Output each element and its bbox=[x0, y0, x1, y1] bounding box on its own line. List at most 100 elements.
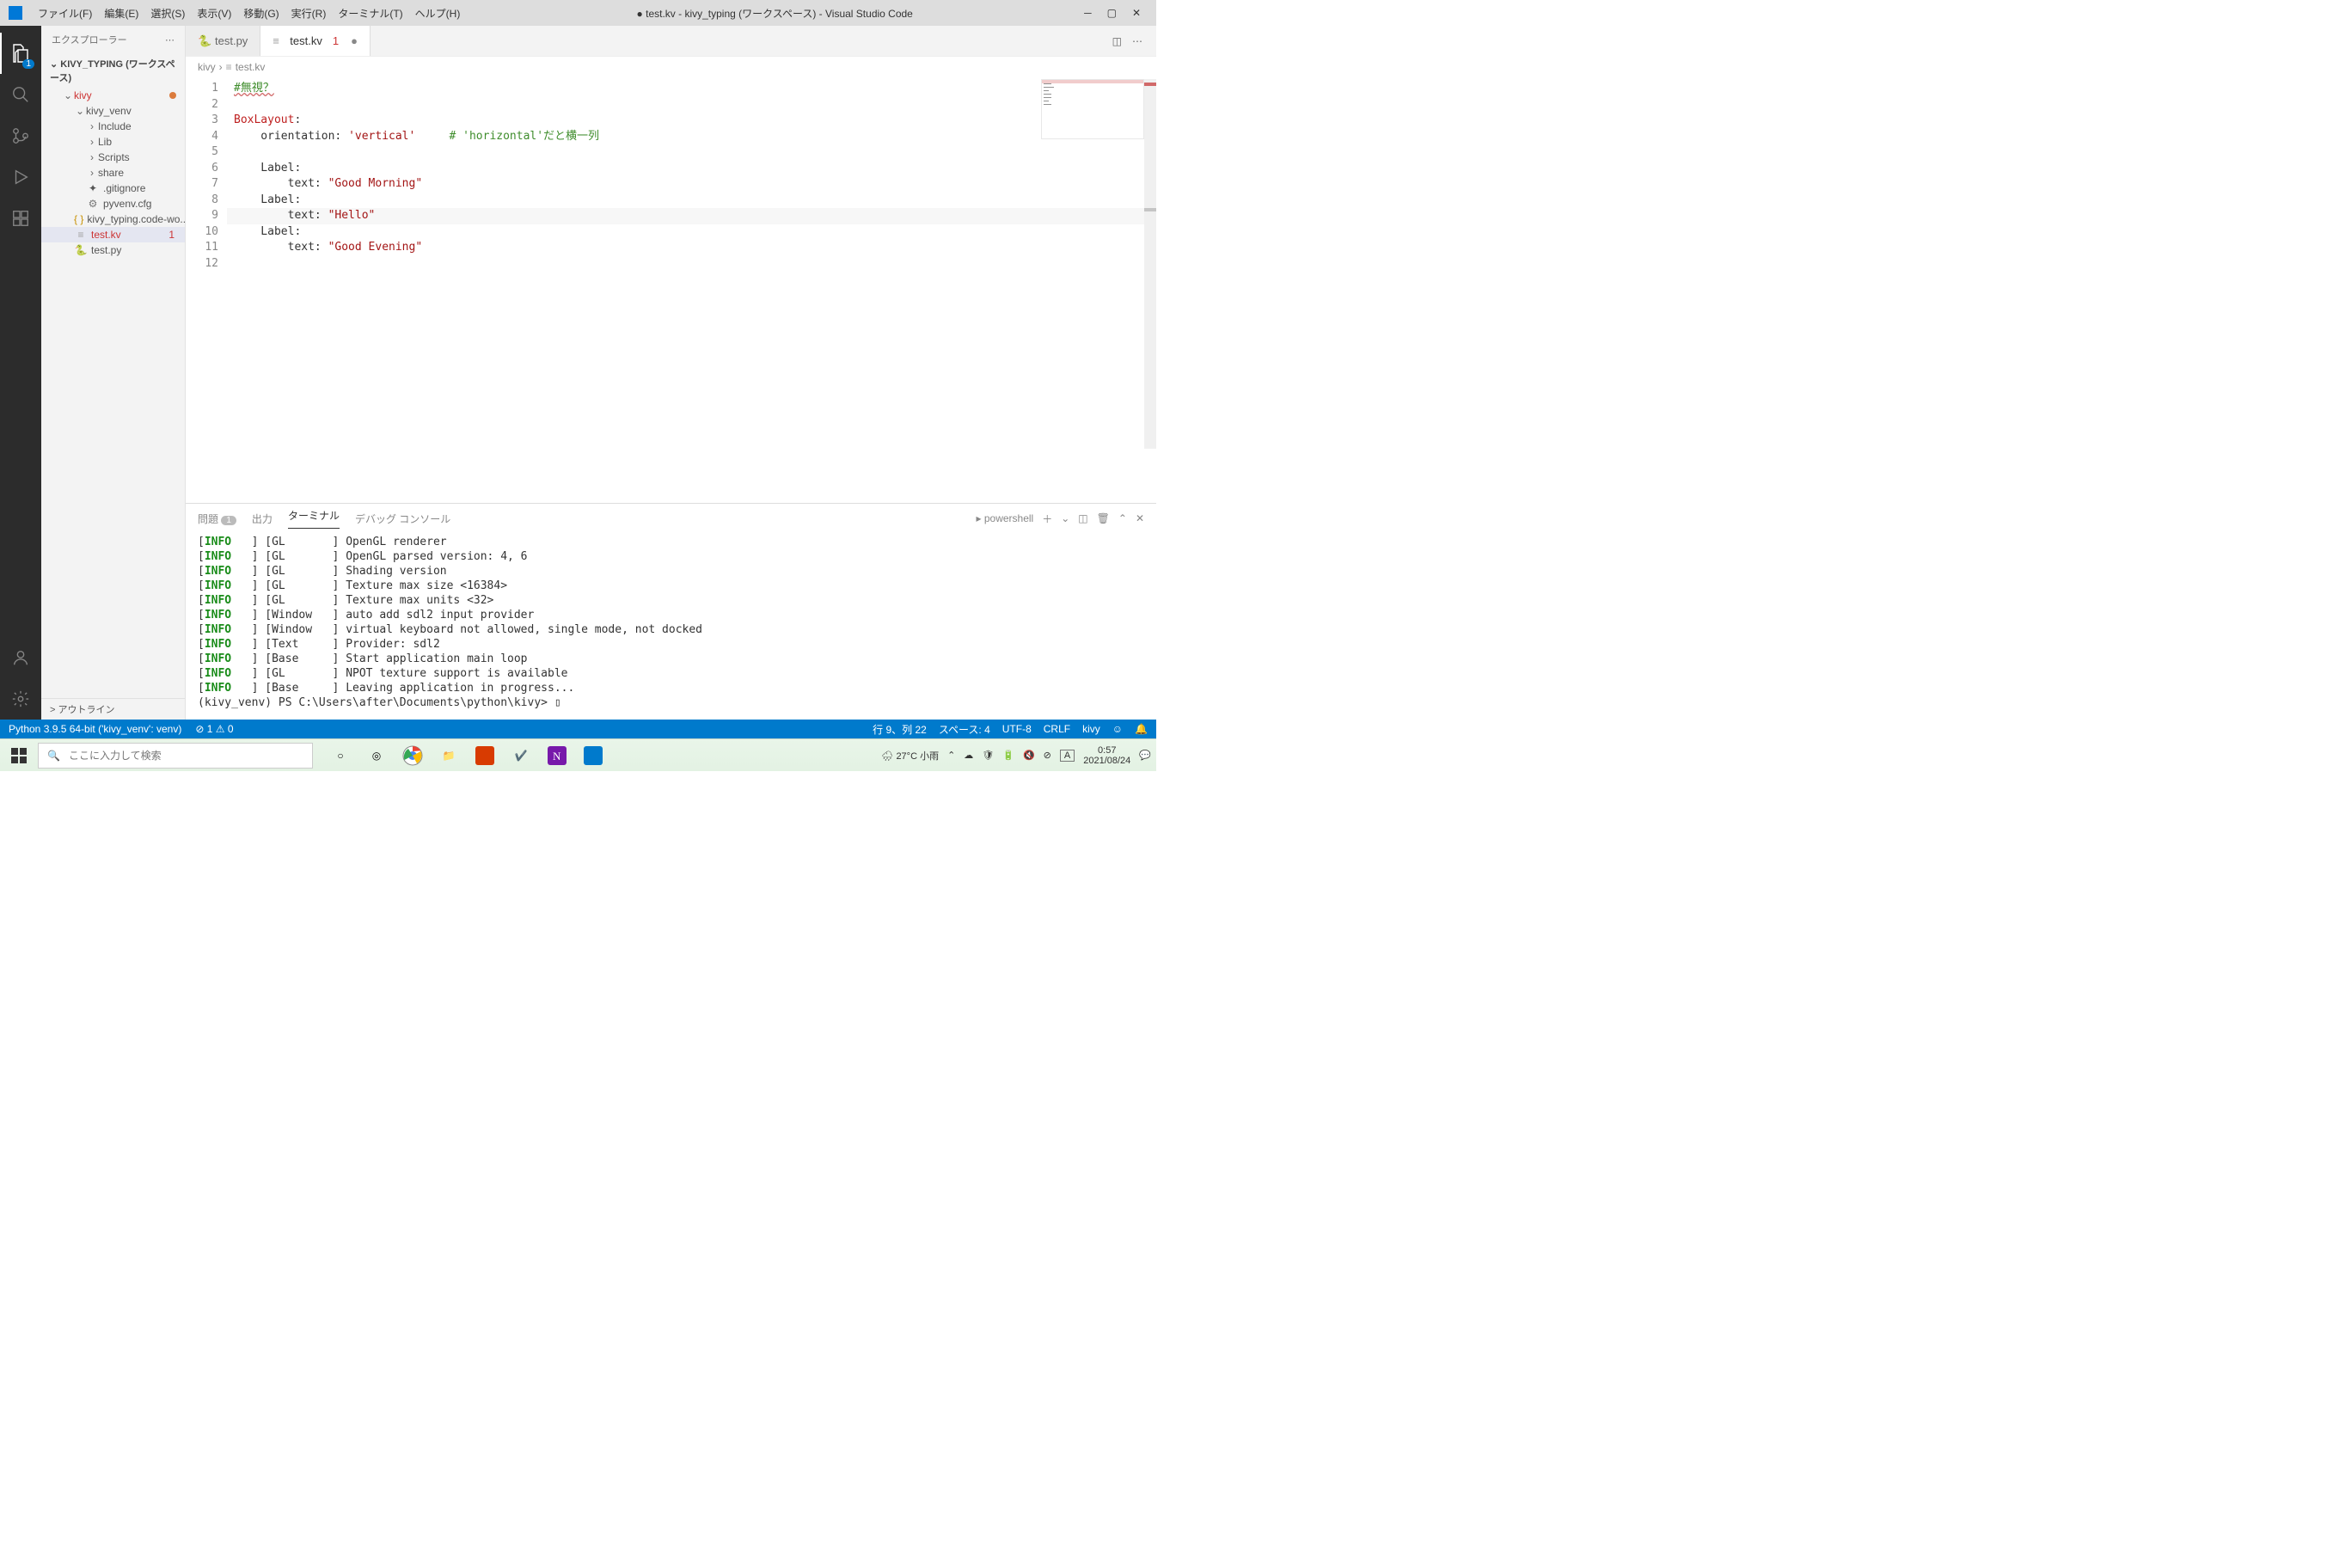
tray-battery-icon[interactable]: 🔋 bbox=[1002, 750, 1014, 761]
source-control-icon[interactable] bbox=[0, 115, 41, 156]
windows-taskbar: 🔍ここに入力して検索 ○ ◎ 📁 ✔️ N 🌧 27°C 小雨 ⌃ ☁ 🛡 🔋 … bbox=[0, 738, 1156, 771]
editor-area: 🐍test.py ≡test.kv1● ◫ ⋯ kivy›≡test.kv 12… bbox=[186, 26, 1156, 720]
editor-more-icon[interactable]: ⋯ bbox=[1132, 35, 1142, 47]
file-test-kv[interactable]: ≡test.kv1 bbox=[41, 227, 185, 242]
search-icon[interactable] bbox=[0, 74, 41, 115]
menu-run[interactable]: 実行(R) bbox=[286, 3, 332, 24]
action-center-icon[interactable]: 💬 bbox=[1139, 750, 1151, 761]
settings-icon[interactable] bbox=[0, 678, 41, 720]
panel-close-icon[interactable]: ✕ bbox=[1136, 512, 1144, 524]
explorer-title: エクスプローラー bbox=[52, 33, 127, 46]
panel-tab-terminal[interactable]: ターミナル bbox=[288, 508, 340, 529]
status-bell-icon[interactable]: 🔔 bbox=[1135, 723, 1148, 735]
scrollbar-overview[interactable] bbox=[1144, 79, 1156, 449]
status-bar: Python 3.9.5 64-bit ('kivy_venv': venv) … bbox=[0, 720, 1156, 738]
maximize-icon[interactable]: ▢ bbox=[1107, 7, 1117, 19]
start-button[interactable] bbox=[5, 742, 33, 769]
search-icon: 🔍 bbox=[47, 750, 60, 762]
panel-tab-problems[interactable]: 問題 1 bbox=[198, 511, 236, 526]
split-terminal-icon[interactable]: ◫ bbox=[1078, 512, 1087, 524]
office-icon[interactable] bbox=[471, 742, 499, 769]
minimap[interactable]: ▬▬▬▬▬▬▬▬▬▬▬▬▬▬▬▬▬▬▬▬ bbox=[1041, 79, 1144, 139]
close-icon[interactable]: ✕ bbox=[1132, 7, 1141, 19]
tray-security-icon[interactable]: 🛡 bbox=[982, 750, 994, 761]
menu-selection[interactable]: 選択(S) bbox=[145, 3, 190, 24]
account-icon[interactable] bbox=[0, 637, 41, 678]
taskbar-clock[interactable]: 0:572021/08/24 bbox=[1083, 745, 1130, 766]
file-gitignore[interactable]: ✦.gitignore bbox=[41, 181, 185, 196]
status-feedback-icon[interactable]: ☺ bbox=[1112, 723, 1123, 735]
extensions-icon[interactable] bbox=[0, 198, 41, 239]
breadcrumb-folder[interactable]: kivy bbox=[198, 61, 216, 73]
status-errors[interactable]: ⊘ 1 ⚠ 0 bbox=[195, 723, 233, 735]
breadcrumb-file[interactable]: test.kv bbox=[236, 61, 266, 73]
explorer-sidebar: エクスプローラー ⋯ ⌄ KIVY_TYPING (ワークスペース) ⌄kivy… bbox=[41, 26, 186, 720]
status-cursor-pos[interactable]: 行 9、列 22 bbox=[873, 722, 927, 737]
panel-collapse-icon[interactable]: ⌃ bbox=[1118, 512, 1127, 524]
ime-indicator[interactable]: A bbox=[1060, 750, 1075, 762]
explorer-icon[interactable]: 1 bbox=[0, 33, 41, 74]
task-view-icon[interactable]: ○ bbox=[327, 742, 354, 769]
tab-dirty-icon[interactable]: ● bbox=[351, 34, 358, 47]
folder-kivy-venv[interactable]: ⌄kivy_venv bbox=[41, 103, 185, 119]
vscode-taskbar-icon[interactable] bbox=[579, 742, 607, 769]
code-editor[interactable]: 123456789101112 #無視？ BoxLayout: orientat… bbox=[186, 77, 1156, 503]
breadcrumb[interactable]: kivy›≡test.kv bbox=[186, 57, 1156, 77]
run-debug-icon[interactable] bbox=[0, 156, 41, 198]
menu-file[interactable]: ファイル(F) bbox=[33, 3, 97, 24]
window-title: ● test.kv - kivy_typing (ワークスペース) - Visu… bbox=[465, 6, 1084, 21]
folder-lib[interactable]: ›Lib bbox=[41, 134, 185, 150]
file-tree[interactable]: ⌄kivy ⌄kivy_venv ›Include ›Lib ›Scripts … bbox=[41, 88, 185, 698]
todo-icon[interactable]: ✔️ bbox=[507, 742, 535, 769]
chevron-down-icon[interactable]: ⌄ bbox=[50, 59, 58, 70]
tab-test-kv[interactable]: ≡test.kv1● bbox=[260, 26, 371, 56]
workspace-name: KIVY_TYPING (ワークスペース) bbox=[50, 59, 175, 83]
terminal-shell-picker[interactable]: ▸ powershell bbox=[976, 512, 1033, 524]
menu-help[interactable]: ヘルプ(H) bbox=[410, 3, 466, 24]
file-explorer-icon[interactable]: 📁 bbox=[435, 742, 462, 769]
cortana-icon[interactable]: ◎ bbox=[363, 742, 390, 769]
file-pyvenv-cfg[interactable]: ⚙pyvenv.cfg bbox=[41, 196, 185, 211]
status-python[interactable]: Python 3.9.5 64-bit ('kivy_venv': venv) bbox=[9, 723, 181, 735]
menu-edit[interactable]: 編集(E) bbox=[99, 3, 144, 24]
bottom-panel: 問題 1 出力 ターミナル デバッグ コンソール ▸ powershell ＋ … bbox=[186, 503, 1156, 720]
status-language[interactable]: kivy bbox=[1082, 723, 1100, 735]
folder-include[interactable]: ›Include bbox=[41, 119, 185, 134]
status-indentation[interactable]: スペース: 4 bbox=[939, 722, 990, 737]
file-test-py[interactable]: 🐍test.py bbox=[41, 242, 185, 258]
tray-volume-icon[interactable]: 🔇 bbox=[1023, 750, 1035, 761]
new-terminal-icon[interactable]: ＋ bbox=[1042, 511, 1052, 526]
status-eol[interactable]: CRLF bbox=[1044, 723, 1070, 735]
menu-go[interactable]: 移動(G) bbox=[238, 3, 284, 24]
line-numbers: 123456789101112 bbox=[186, 77, 227, 503]
title-bar: ファイル(F) 編集(E) 選択(S) 表示(V) 移動(G) 実行(R) ター… bbox=[0, 0, 1156, 26]
menu-terminal[interactable]: ターミナル(T) bbox=[333, 3, 407, 24]
tray-chevron-icon[interactable]: ⌃ bbox=[947, 750, 955, 761]
svg-text:N: N bbox=[553, 750, 561, 763]
tab-test-py[interactable]: 🐍test.py bbox=[186, 26, 260, 56]
weather-widget[interactable]: 🌧 27°C 小雨 bbox=[881, 749, 939, 763]
explorer-more-icon[interactable]: ⋯ bbox=[165, 34, 175, 46]
panel-tab-output[interactable]: 出力 bbox=[252, 511, 273, 526]
panel-tab-debug-console[interactable]: デバッグ コンソール bbox=[355, 511, 450, 526]
file-code-workspace[interactable]: { }kivy_typing.code-wo... bbox=[41, 211, 185, 227]
chrome-icon[interactable] bbox=[399, 742, 426, 769]
onenote-icon[interactable]: N bbox=[543, 742, 571, 769]
tray-network-icon[interactable]: ⊘ bbox=[1044, 750, 1051, 761]
editor-tabs: 🐍test.py ≡test.kv1● ◫ ⋯ bbox=[186, 26, 1156, 57]
split-editor-icon[interactable]: ◫ bbox=[1112, 35, 1122, 47]
outline-section[interactable]: > アウトライン bbox=[41, 698, 185, 720]
terminal-dropdown-icon[interactable]: ⌄ bbox=[1061, 512, 1069, 524]
vscode-icon bbox=[9, 6, 22, 20]
status-encoding[interactable]: UTF-8 bbox=[1002, 723, 1032, 735]
terminal-output[interactable]: [INFO ] [GL ] OpenGL renderer [INFO ] [G… bbox=[186, 533, 1156, 720]
menu-view[interactable]: 表示(V) bbox=[192, 3, 236, 24]
kill-terminal-icon[interactable]: 🗑 bbox=[1097, 512, 1110, 524]
tray-onedrive-icon[interactable]: ☁ bbox=[964, 750, 973, 761]
folder-scripts[interactable]: ›Scripts bbox=[41, 150, 185, 165]
folder-share[interactable]: ›share bbox=[41, 165, 185, 181]
taskbar-search[interactable]: 🔍ここに入力して検索 bbox=[38, 743, 313, 769]
code-content[interactable]: #無視？ BoxLayout: orientation: 'vertical' … bbox=[227, 77, 1156, 503]
minimize-icon[interactable]: ─ bbox=[1084, 7, 1092, 19]
folder-kivy[interactable]: ⌄kivy bbox=[41, 88, 185, 103]
